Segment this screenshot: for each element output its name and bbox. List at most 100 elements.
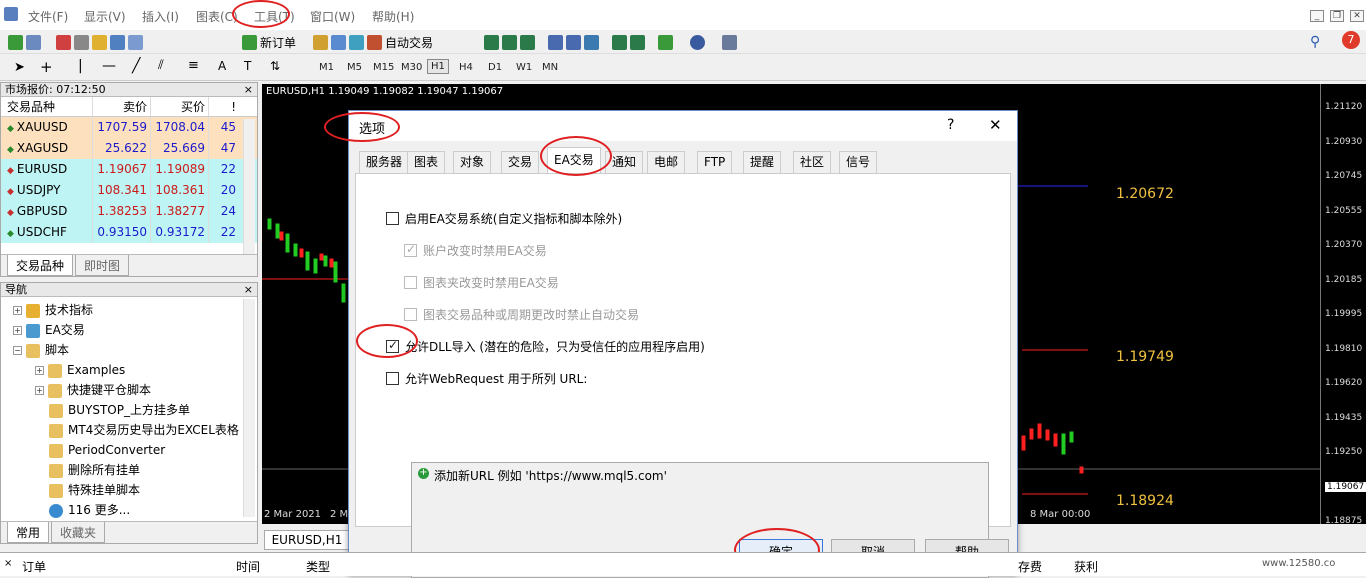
close-icon[interactable]: × — [244, 83, 253, 96]
menu-file[interactable]: 文件(F) — [28, 8, 68, 25]
help-icon[interactable]: ? — [947, 117, 954, 133]
col-swap[interactable]: 存费 — [1018, 558, 1042, 575]
close-icon[interactable]: ✕ — [989, 116, 1002, 134]
col-spread[interactable]: ! — [209, 97, 239, 116]
col-bid[interactable]: 卖价 — [93, 97, 151, 116]
search-icon[interactable]: ⚲ — [1310, 34, 1320, 50]
close-icon[interactable]: × — [4, 558, 12, 569]
symbol-cell[interactable]: ◆ USDJPY — [1, 180, 93, 201]
nav-script-item[interactable]: MT4交易历史导出为EXCEL表格 — [49, 421, 241, 439]
symbol-cell[interactable]: ◆ EURUSD — [1, 159, 93, 180]
auto-trading-button[interactable]: 自动交易 — [385, 34, 433, 51]
menu-insert[interactable]: 插入(I) — [142, 8, 179, 25]
checkbox[interactable] — [386, 338, 399, 353]
scrollbar[interactable] — [243, 119, 255, 257]
market-watch-row[interactable]: ◆ XAGUSD 25.622 25.669 47 — [1, 138, 257, 159]
add-url-hint[interactable]: 添加新URL 例如 'https://www.mql5.com' — [434, 467, 667, 484]
col-type[interactable]: 类型 — [306, 558, 330, 575]
symbol-cell[interactable]: ◆ XAGUSD — [1, 138, 93, 159]
user-icon[interactable] — [331, 34, 347, 50]
market-watch-icon[interactable] — [56, 34, 71, 50]
cursor-icon[interactable]: ➤ — [14, 60, 25, 75]
horizontal-line-icon[interactable]: — — [102, 58, 116, 74]
line-chart-icon[interactable] — [520, 34, 535, 50]
bar-chart-icon[interactable] — [484, 34, 499, 50]
tab-0[interactable]: 服务器 — [359, 151, 410, 173]
chart-tab[interactable]: EURUSD,H1 — [264, 530, 350, 550]
tab-3[interactable]: 交易 — [501, 151, 540, 173]
tab-1[interactable]: 图表 — [407, 151, 446, 173]
nav-examples[interactable]: + Examples — [35, 361, 125, 379]
market-watch-row[interactable]: ◆ GBPUSD 1.38253 1.38277 24 — [1, 201, 257, 222]
profiles-icon[interactable] — [26, 34, 41, 50]
notification-badge[interactable]: 7 — [1342, 31, 1360, 49]
market-watch-row[interactable]: ◆ USDJPY 108.341 108.361 20 — [1, 180, 257, 201]
col-profit[interactable]: 获利 — [1074, 558, 1098, 575]
periods-icon[interactable] — [690, 34, 705, 50]
tf-m5[interactable]: M5 — [344, 61, 365, 74]
zoom-in-icon[interactable] — [548, 34, 563, 50]
vertical-line-icon[interactable]: | — [78, 58, 83, 74]
nav-script-item[interactable]: 特殊挂单脚本 — [49, 481, 140, 499]
symbol-cell[interactable]: ◆ XAUUSD — [1, 117, 93, 138]
option-checkbox-0[interactable]: 启用EA交易系统(自定义指标和脚本除外) — [386, 210, 622, 227]
checkbox[interactable] — [386, 372, 399, 385]
tab-5[interactable]: 通知 — [605, 151, 644, 173]
tf-m1[interactable]: M1 — [316, 61, 337, 74]
trendline-icon[interactable]: ╱ — [132, 58, 140, 74]
col-order[interactable]: 订单 — [22, 558, 46, 575]
new-chart-icon[interactable] — [8, 34, 23, 50]
tf-w1[interactable]: W1 — [513, 61, 535, 74]
terminal-icon[interactable] — [110, 34, 125, 50]
checkbox[interactable] — [386, 212, 399, 225]
nav-indicators[interactable]: + 技术指标 — [13, 301, 93, 319]
signal-icon[interactable] — [349, 34, 365, 50]
nav-experts[interactable]: + EA交易 — [13, 321, 85, 339]
nav-script-item[interactable]: + 快捷键平仓脚本 — [35, 381, 151, 399]
market-watch-row[interactable]: ◆ USDCHF 0.93150 0.93172 22 — [1, 222, 257, 243]
col-time[interactable]: 时间 — [236, 558, 260, 575]
tab-8[interactable]: 提醒 — [743, 151, 782, 173]
arrows-icon[interactable]: ⇅ — [270, 59, 280, 73]
tab-9[interactable]: 社区 — [793, 151, 832, 173]
tf-h1[interactable]: H1 — [427, 59, 449, 74]
tab-7[interactable]: FTP — [697, 151, 733, 173]
add-icon[interactable]: + — [418, 468, 429, 479]
market-watch-row[interactable]: ◆ EURUSD 1.19067 1.19089 22 — [1, 159, 257, 180]
col-symbol[interactable]: 交易品种 — [1, 97, 93, 116]
new-order-button[interactable]: 新订单 — [260, 34, 296, 51]
tf-m15[interactable]: M15 — [370, 61, 397, 74]
nav-script-item[interactable]: BUYSTOP_上方挂多单 — [49, 401, 190, 419]
tf-d1[interactable]: D1 — [485, 61, 505, 74]
chart-shift-icon[interactable] — [630, 34, 645, 50]
menu-tools[interactable]: 工具(T) — [254, 8, 295, 25]
navigator-icon[interactable] — [92, 34, 107, 50]
tf-mn[interactable]: MN — [539, 61, 561, 74]
symbol-cell[interactable]: ◆ GBPUSD — [1, 201, 93, 222]
symbol-cell[interactable]: ◆ USDCHF — [1, 222, 93, 243]
indicators-icon[interactable] — [658, 34, 673, 50]
nav-scripts[interactable]: − 脚本 — [13, 341, 69, 359]
autoscroll-icon[interactable] — [612, 34, 627, 50]
crosshair-icon[interactable] — [74, 34, 89, 50]
tf-m30[interactable]: M30 — [398, 61, 425, 74]
tab-10[interactable]: 信号 — [839, 151, 878, 173]
tab-favorites[interactable]: 收藏夹 — [51, 522, 106, 543]
tab-6[interactable]: 电邮 — [647, 151, 686, 173]
minimize-icon[interactable]: _ — [1310, 10, 1324, 22]
tf-h4[interactable]: H4 — [456, 61, 476, 74]
market-watch-row[interactable]: ◆ XAUUSD 1707.59 1708.04 45 — [1, 117, 257, 138]
menu-charts[interactable]: 图表(C) — [196, 8, 238, 25]
menu-help[interactable]: 帮助(H) — [372, 8, 414, 25]
tile-icon[interactable] — [584, 34, 599, 50]
tab-4[interactable]: EA交易 — [547, 147, 601, 174]
option-checkbox-4[interactable]: 允许DLL导入 (潜在的危险，只为受信任的应用程序启用) — [386, 338, 705, 355]
text-icon[interactable]: A — [218, 59, 226, 73]
restore-icon[interactable]: ❐ — [1330, 10, 1344, 22]
tab-tick-chart[interactable]: 即时图 — [75, 255, 130, 276]
text-label-icon[interactable]: T — [244, 59, 251, 73]
zoom-out-icon[interactable] — [566, 34, 581, 50]
candle-chart-icon[interactable] — [502, 34, 517, 50]
close-icon[interactable]: ✕ — [1350, 10, 1364, 22]
menu-window[interactable]: 窗口(W) — [310, 8, 355, 25]
